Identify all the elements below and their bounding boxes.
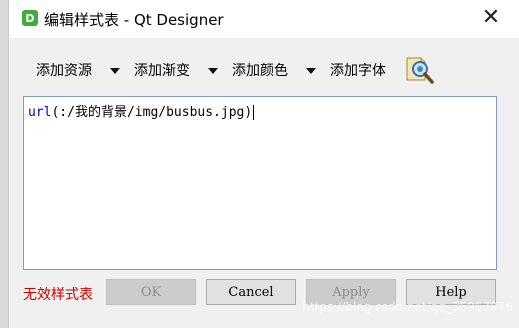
add-resource-dropdown-icon[interactable] <box>110 68 120 74</box>
add-gradient-dropdown-icon[interactable] <box>208 68 218 74</box>
stylesheet-value: (:/我的背景/img/busbus.jpg) <box>51 105 253 120</box>
qt-designer-app-icon: D <box>22 10 38 26</box>
stylesheet-editor[interactable]: url(:/我的背景/img/busbus.jpg) <box>23 96 497 270</box>
cancel-button[interactable]: Cancel <box>206 279 296 305</box>
stylesheet-keyword: url <box>28 105 52 120</box>
stylesheet-text[interactable]: url(:/我的背景/img/busbus.jpg) <box>28 101 255 120</box>
add-color-button[interactable]: 添加颜色 <box>232 60 288 80</box>
magnifier-preview-icon[interactable] <box>404 54 436 86</box>
status-message: 无效样式表 <box>23 287 93 303</box>
title-bar[interactable]: D 编辑样式表 - Qt Designer ✕ <box>9 0 519 38</box>
add-gradient-button[interactable]: 添加渐变 <box>134 60 190 80</box>
add-font-button[interactable]: 添加字体 <box>330 60 386 80</box>
watermark: https://blog.csdn.net/qq_35957976 <box>302 300 513 314</box>
toolbar: 添加资源 添加渐变 添加颜色 添加字体 <box>9 54 519 88</box>
ok-button[interactable]: OK <box>106 279 196 305</box>
add-resource-button[interactable]: 添加资源 <box>36 60 92 80</box>
close-icon: ✕ <box>481 5 501 30</box>
add-color-dropdown-icon[interactable] <box>306 68 316 74</box>
text-cursor <box>253 105 255 120</box>
stylesheet-dialog: D 编辑样式表 - Qt Designer ✕ 添加资源 添加渐变 添加颜色 添… <box>8 0 519 328</box>
close-button[interactable]: ✕ <box>479 7 503 31</box>
window-title: 编辑样式表 - Qt Designer <box>44 11 224 29</box>
